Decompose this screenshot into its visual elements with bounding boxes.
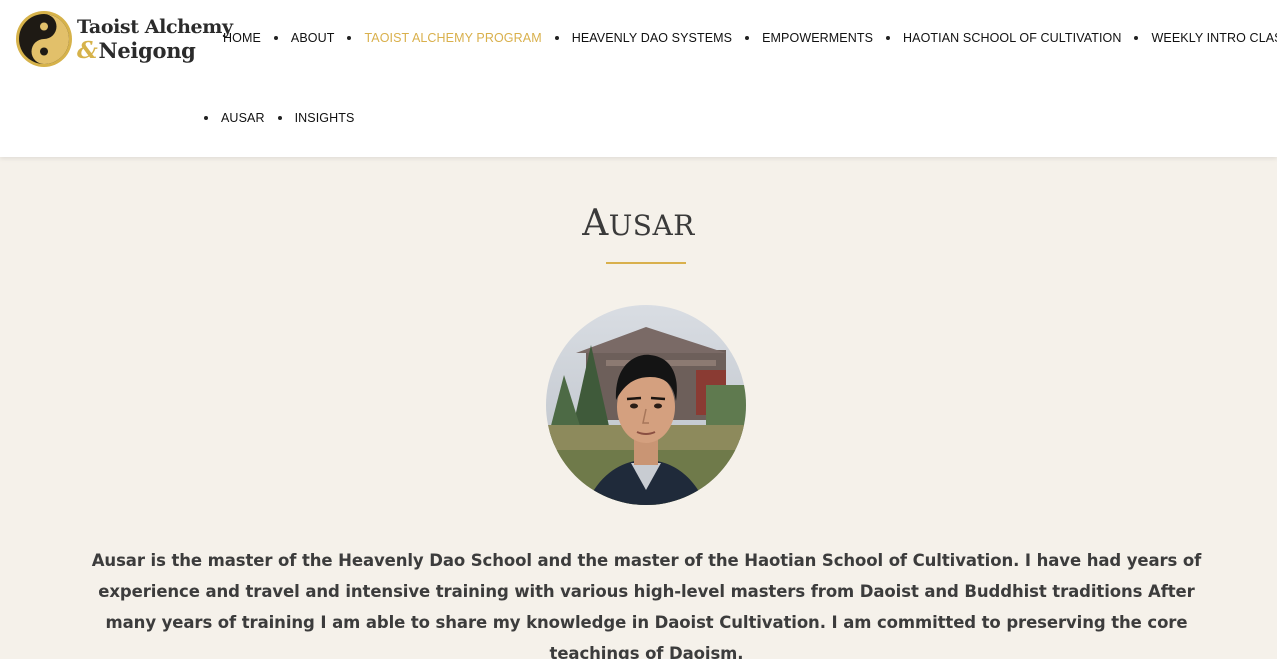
nav-separator <box>886 36 891 40</box>
nav-ausar[interactable]: AUSAR <box>221 111 265 125</box>
profile-photo <box>546 305 746 505</box>
page-title: AUSAR <box>0 203 1277 244</box>
logo-ampersand: & <box>77 37 98 64</box>
nav-about[interactable]: ABOUT <box>291 31 335 45</box>
bio-text: Ausar is the master of the Heavenly Dao … <box>91 551 1202 659</box>
title-divider <box>606 262 686 264</box>
site-logo[interactable]: Taoist Alchemy &Neigong <box>15 9 233 69</box>
logo-line2: &Neigong <box>77 39 233 63</box>
nav-home[interactable]: HOME <box>223 31 261 45</box>
nav-separator <box>554 36 559 40</box>
site-header: Taoist Alchemy &Neigong HOME ABOUT TAOIS… <box>0 0 1277 157</box>
nav-separator <box>1134 36 1139 40</box>
logo-text: Taoist Alchemy &Neigong <box>77 15 233 63</box>
nav-empowerments[interactable]: EMPOWERMENTS <box>762 31 873 45</box>
nav-separator <box>347 36 352 40</box>
nav-separator <box>204 116 208 120</box>
logo-line1: Taoist Alchemy <box>77 16 233 38</box>
nav-separator <box>277 116 282 120</box>
main-nav-row1: HOME ABOUT TAOIST ALCHEMY PROGRAM HEAVEN… <box>223 30 1277 46</box>
nav-separator <box>273 36 278 40</box>
profile-photo-image <box>546 305 746 505</box>
nav-separator <box>745 36 750 40</box>
main-nav-row2: AUSAR INSIGHTS <box>200 110 354 126</box>
page-title-initial: A <box>582 203 609 244</box>
yin-yang-icon <box>16 11 72 67</box>
nav-weekly-intro-class[interactable]: WEEKLY INTRO CLASS <box>1151 31 1277 45</box>
nav-insights[interactable]: INSIGHTS <box>295 111 355 125</box>
nav-haotian-school[interactable]: HAOTIAN SCHOOL OF CULTIVATION <box>903 31 1121 45</box>
logo-line2-text: Neigong <box>98 38 196 63</box>
page-title-rest: USAR <box>608 209 695 242</box>
nav-taoist-alchemy-program[interactable]: TAOIST ALCHEMY PROGRAM <box>364 31 541 45</box>
nav-heavenly-dao-systems[interactable]: HEAVENLY DAO SYSTEMS <box>572 31 732 45</box>
